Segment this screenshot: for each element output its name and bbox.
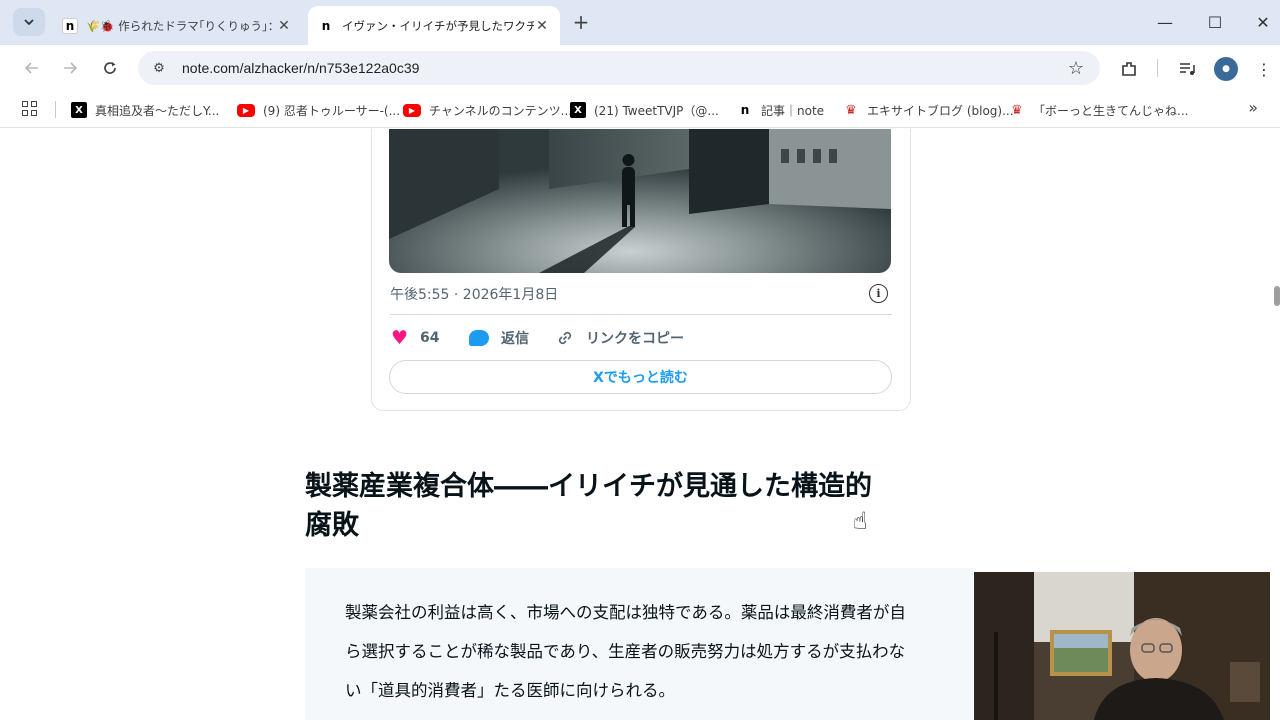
youtube-icon: ▶ bbox=[237, 103, 255, 117]
quote-line: 製薬会社の利益は高く、市場への支配は独特である。薬品は最終消費者が自 bbox=[345, 603, 906, 622]
note-icon: n bbox=[740, 103, 750, 117]
profile-avatar[interactable]: ● bbox=[1214, 57, 1238, 81]
url-text: note.com/alzhacker/n/n753e122a0c39 bbox=[182, 60, 420, 76]
speech-bubble-icon bbox=[469, 330, 489, 346]
bookmark-item[interactable]: ▶ チャンネルのコンテンツ... bbox=[403, 100, 572, 120]
maximize-button[interactable]: ☐ bbox=[1190, 0, 1240, 45]
excite-icon: ♛ bbox=[1011, 102, 1023, 118]
toolbar: ⚙ note.com/alzhacker/n/n753e122a0c39 ☆ ⋮ bbox=[0, 45, 1280, 91]
note-favicon-icon: n bbox=[62, 17, 78, 34]
quote-line: い「道具的消費者」たる医師に向けられる。 bbox=[345, 681, 675, 700]
tab-inactive[interactable]: n 🌾🐞 作られたドラマ｢りくりゅう｣： ✕ bbox=[52, 6, 302, 45]
tab-active[interactable]: n イヴァン・イリイチが予見したワクチン ✕ bbox=[308, 6, 560, 45]
bookmarks-divider bbox=[55, 101, 56, 118]
site-info-icon[interactable]: ⚙ bbox=[150, 59, 168, 77]
minimize-button[interactable]: — bbox=[1140, 0, 1190, 45]
webcam-overlay bbox=[974, 572, 1270, 720]
reply-button[interactable]: 返信 bbox=[469, 325, 529, 351]
heading-line-1: 製薬産業複合体――イリイチが見通した構造的 bbox=[305, 471, 872, 502]
bookmark-label: 「ボーっと生きてんじゃね... bbox=[1033, 103, 1189, 118]
article-heading: 製薬産業複合体――イリイチが見通した構造的 腐敗 bbox=[305, 467, 985, 545]
reload-icon bbox=[104, 62, 116, 74]
like-button[interactable]: ♥ 64 bbox=[391, 325, 440, 351]
bookmark-item[interactable]: ♛ 「ボーっと生きてんじゃね... bbox=[1009, 100, 1188, 120]
back-button[interactable] bbox=[18, 54, 46, 82]
tab-strip: n 🌾🐞 作られたドラマ｢りくりゅう｣： ✕ n イヴァン・イリイチが予見したワ… bbox=[0, 0, 1280, 45]
x-icon: X bbox=[71, 102, 87, 118]
bookmark-label: (9) 忍者トゥルーサー-(... bbox=[263, 103, 401, 118]
like-count: 64 bbox=[420, 330, 440, 346]
close-icon[interactable]: ✕ bbox=[276, 18, 292, 34]
address-bar[interactable]: ⚙ note.com/alzhacker/n/n753e122a0c39 ☆ bbox=[138, 51, 1100, 85]
media-control-icon[interactable] bbox=[1175, 57, 1199, 81]
copy-link-label: リンクをコピー bbox=[586, 331, 684, 347]
bookmark-item[interactable]: n 記事｜note bbox=[737, 100, 824, 120]
bookmark-label: エキサイトブログ (blog)... bbox=[867, 103, 1014, 118]
youtube-icon: ▶ bbox=[403, 103, 421, 117]
bookmark-label: (21) TweetTVJP（@... bbox=[594, 103, 719, 118]
reply-label: 返信 bbox=[501, 331, 529, 347]
arrow-right-icon bbox=[64, 62, 78, 74]
x-icon: X bbox=[570, 102, 586, 118]
tab-title: 🌾🐞 作られたドラマ｢りくりゅう｣： bbox=[86, 18, 276, 33]
note-favicon-icon: n bbox=[318, 17, 334, 34]
bookmark-label: 記事｜note bbox=[761, 103, 825, 118]
bookmark-star-icon[interactable]: ☆ bbox=[1068, 58, 1084, 79]
tweet-image[interactable] bbox=[389, 129, 891, 273]
arrow-left-icon bbox=[24, 62, 38, 74]
bookmark-item[interactable]: X 真相追及者～ただしY... bbox=[71, 100, 219, 120]
toolbar-divider bbox=[1157, 59, 1158, 77]
bookmark-item[interactable]: X (21) TweetTVJP（@... bbox=[570, 100, 719, 120]
copy-link-button[interactable]: リンクをコピー bbox=[556, 325, 684, 351]
forward-button[interactable] bbox=[56, 54, 84, 82]
heart-icon: ♥ bbox=[391, 327, 409, 349]
bookmark-label: チャンネルのコンテンツ... bbox=[429, 103, 573, 118]
bookmark-item[interactable]: ▶ (9) 忍者トゥルーサー-(... bbox=[237, 100, 400, 120]
tab-search-button[interactable] bbox=[13, 8, 45, 36]
info-icon[interactable]: i bbox=[869, 284, 888, 303]
hand-cursor-icon: ☝ bbox=[853, 507, 868, 535]
bookmark-item[interactable]: ♛ エキサイトブログ (blog)... bbox=[843, 100, 1014, 120]
heading-line-2: 腐敗 bbox=[305, 510, 359, 541]
tweet-timestamp[interactable]: 午後5:55 · 2026年1月8日 bbox=[390, 284, 558, 304]
menu-icon[interactable]: ⋮ bbox=[1252, 57, 1276, 81]
close-icon[interactable]: ✕ bbox=[534, 18, 550, 34]
more-bookmarks-icon[interactable]: » bbox=[1248, 98, 1258, 117]
chevron-down-icon bbox=[24, 19, 34, 26]
reload-button[interactable] bbox=[96, 54, 124, 82]
link-icon bbox=[558, 331, 572, 345]
article-blockquote: 製薬会社の利益は高く、市場への支配は独特である。薬品は最終消費者が自 ら選択する… bbox=[305, 568, 973, 720]
extensions-icon[interactable] bbox=[1117, 57, 1141, 81]
apps-grid-icon[interactable] bbox=[22, 101, 38, 117]
new-tab-button[interactable]: + bbox=[568, 9, 594, 35]
close-window-button[interactable]: ✕ bbox=[1238, 0, 1280, 45]
quote-line: ら選択することが稀な製品であり、生産者の販売努力は処方するが支払わな bbox=[345, 642, 906, 661]
excite-icon: ♛ bbox=[845, 102, 857, 118]
bookmark-label: 真相追及者～ただしY... bbox=[95, 103, 220, 118]
tab-title: イヴァン・イリイチが予見したワクチン bbox=[342, 18, 534, 33]
read-more-on-x-button[interactable]: Xでもっと読む bbox=[389, 360, 892, 394]
scrollbar-thumb[interactable] bbox=[1274, 286, 1280, 306]
tweet-divider bbox=[390, 314, 892, 315]
